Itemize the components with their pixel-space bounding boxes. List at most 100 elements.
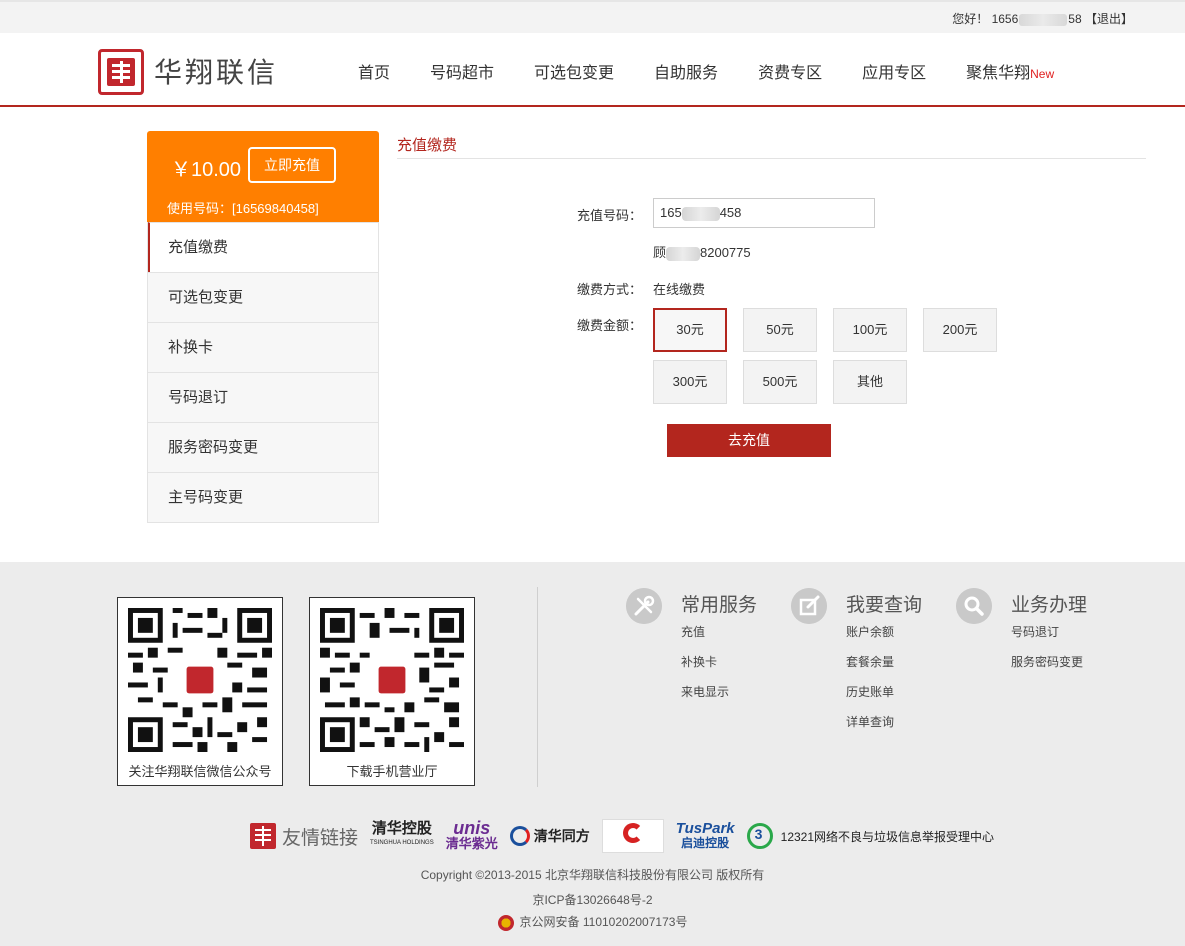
phone-number-label: 充值号码： — [577, 208, 643, 223]
site-footer: 关注华翔联信微信公众号 下载手机营业厅 常用服务 充值 补换卡 来电显示 我要查… — [0, 562, 1185, 946]
phone-input-suffix: 458 — [719, 205, 742, 220]
nav-number-market[interactable]: 号码超市 — [430, 59, 494, 83]
balance-panel: ￥10.00 立即充值 使用号码：[16569840458] — [147, 131, 379, 222]
icp-record[interactable]: 京ICP备13026648号-2 — [0, 891, 1185, 908]
tuspark-name: TusPark — [675, 820, 735, 837]
amount-option-200[interactable]: 200元 — [923, 308, 997, 352]
friend-links-text: 友情链接 — [282, 827, 359, 849]
nav-app-zone[interactable]: 应用专区 — [862, 59, 926, 83]
amount-label: 缴费金额： — [577, 318, 643, 333]
common-services-heading: 常用服务 — [681, 595, 758, 616]
app-qr-card: 下载手机营业厅 — [309, 597, 475, 786]
footer-link-recharge[interactable]: 充值 — [681, 624, 729, 654]
report-center-name: 12321网络不良与垃圾信息举报受理中心 — [780, 829, 995, 844]
tongfang-logo-icon — [509, 826, 530, 846]
main-nav: 首页 号码超市 可选包变更 自助服务 资费专区 应用专区 聚焦华翔New — [358, 59, 1094, 83]
nav-tariff-zone[interactable]: 资费专区 — [758, 59, 822, 83]
partner-tongfang[interactable]: 清华同方 — [509, 826, 590, 846]
brand-name[interactable]: 华翔联信 — [154, 51, 278, 91]
brand-mini-logo-icon — [250, 823, 276, 849]
amount-option-500[interactable]: 500元 — [743, 360, 817, 404]
sidebar: ￥10.00 立即充值 使用号码：[16569840458] 充值缴费 可选包变… — [147, 131, 379, 523]
site-header: 华翔联信 首页 号码超市 可选包变更 自助服务 资费专区 应用专区 聚焦华翔Ne… — [0, 33, 1185, 107]
police-badge-icon — [497, 914, 514, 931]
sidebar-item-unsubscribe[interactable]: 号码退订 — [148, 372, 378, 422]
footer-link-password-change[interactable]: 服务密码变更 — [1011, 654, 1083, 684]
footer-link-account-balance[interactable]: 账户余额 — [846, 624, 894, 654]
footer-divider — [537, 587, 538, 787]
footer-link-replace-card[interactable]: 补换卡 — [681, 654, 729, 684]
partner-unis[interactable]: unis 清华紫光 — [445, 818, 498, 852]
wechat-qr-card: 关注华翔联信微信公众号 — [117, 597, 283, 786]
balance-amount: ￥10.00 — [171, 159, 242, 181]
sidebar-item-package-change[interactable]: 可选包变更 — [148, 272, 378, 322]
partner-c-logo[interactable] — [601, 819, 664, 853]
sidebar-menu: 充值缴费 可选包变更 补换卡 号码退订 服务密码变更 主号码变更 — [147, 222, 379, 523]
phone-number-input[interactable]: 165 458 — [653, 198, 875, 228]
business-links: 号码退订 服务密码变更 — [1011, 624, 1083, 684]
tuspark-cn-name: 启迪控股 — [681, 836, 730, 850]
amount-option-30[interactable]: 30元 — [653, 308, 727, 352]
amount-option-50[interactable]: 50元 — [743, 308, 817, 352]
partner-12321-report[interactable]: 12321网络不良与垃圾信息举报受理中心 — [746, 823, 995, 849]
sidebar-item-replace-card[interactable]: 补换卡 — [148, 322, 378, 372]
edit-icon — [791, 588, 827, 624]
nav-package-change[interactable]: 可选包变更 — [534, 59, 614, 83]
app-qr-caption: 下载手机营业厅 — [346, 764, 438, 779]
logout-link[interactable]: 【退出】 — [1085, 12, 1133, 26]
tsinghua-holdings-en: TSINGHUA HOLDINGS — [370, 840, 434, 846]
payment-method-value: 在线缴费 — [653, 282, 706, 297]
nav-self-service[interactable]: 自助服务 — [654, 59, 718, 83]
new-badge: New — [1030, 67, 1055, 81]
unis-cn-name: 清华紫光 — [445, 836, 498, 851]
recharge-now-button[interactable]: 立即充值 — [248, 147, 336, 183]
user-greeting: 您好！ 1656 58 【退出】 — [952, 10, 1133, 27]
tools-icon — [626, 588, 662, 624]
greeting-phone-suffix: 58 — [1068, 12, 1082, 26]
masked-text — [666, 246, 701, 261]
search-icon — [956, 588, 992, 624]
footer-link-unsubscribe[interactable]: 号码退订 — [1011, 624, 1083, 654]
app-qr-code-icon — [320, 608, 464, 752]
common-services-links: 充值 补换卡 来电显示 — [681, 624, 729, 714]
report-center-logo-icon — [746, 823, 773, 849]
greeting-phone-prefix: 1656 — [991, 12, 1019, 26]
sidebar-item-main-number-change[interactable]: 主号码变更 — [148, 472, 378, 522]
friend-links-label: 友情链接 — [250, 823, 358, 850]
submit-recharge-button[interactable]: 去充值 — [667, 424, 831, 457]
title-divider — [397, 158, 1146, 159]
nav-focus[interactable]: 聚焦华翔New — [966, 59, 1054, 83]
page-title: 充值缴费 — [397, 137, 458, 154]
query-links: 账户余额 套餐余量 历史账单 详单查询 — [846, 624, 894, 744]
footer-link-bill-history[interactable]: 历史账单 — [846, 684, 894, 714]
brand-logo-icon[interactable] — [98, 49, 144, 95]
sidebar-item-password-change[interactable]: 服务密码变更 — [148, 422, 378, 472]
wechat-qr-caption: 关注华翔联信微信公众号 — [128, 764, 272, 779]
nav-home[interactable]: 首页 — [358, 59, 390, 83]
footer-link-caller-id[interactable]: 来电显示 — [681, 684, 729, 714]
greeting-text: 您好！ — [952, 12, 989, 26]
amount-option-100[interactable]: 100元 — [833, 308, 907, 352]
tongfang-name: 清华同方 — [533, 828, 590, 844]
payment-method-label: 缴费方式： — [577, 282, 643, 297]
c-logo-icon — [622, 823, 643, 843]
copyright-text: Copyright ©2013-2015 北京华翔联信科技股份有限公司 版权所有 — [420, 868, 765, 882]
current-phone-number: 使用号码：[16569840458] — [167, 201, 319, 216]
partner-tuspark[interactable]: TusPark 启迪控股 — [675, 820, 735, 850]
partner-links: 友情链接 清华控股 TSINGHUA HOLDINGS unis 清华紫光 清华… — [250, 818, 1006, 854]
top-bar: 您好！ 1656 58 【退出】 — [0, 0, 1185, 33]
tsinghua-holdings-name: 清华控股 — [371, 820, 432, 837]
sidebar-item-recharge[interactable]: 充值缴费 — [148, 222, 378, 272]
partner-tsinghua-holdings[interactable]: 清华控股 TSINGHUA HOLDINGS — [370, 820, 434, 850]
footer-link-package-balance[interactable]: 套餐余量 — [846, 654, 894, 684]
unis-name: unis — [453, 818, 491, 838]
police-record[interactable]: 京公网安备 11010202007173号 — [0, 913, 1185, 931]
amount-option-other[interactable]: 其他 — [833, 360, 907, 404]
account-owner: 顾 8200775 — [653, 242, 751, 261]
footer-link-detail-query[interactable]: 详单查询 — [846, 714, 894, 744]
query-heading: 我要查询 — [846, 595, 923, 616]
amount-option-300[interactable]: 300元 — [653, 360, 727, 404]
police-record-text: 京公网安备 11010202007173号 — [519, 915, 688, 929]
phone-input-prefix: 165 — [660, 205, 682, 220]
masked-digits — [681, 206, 720, 221]
